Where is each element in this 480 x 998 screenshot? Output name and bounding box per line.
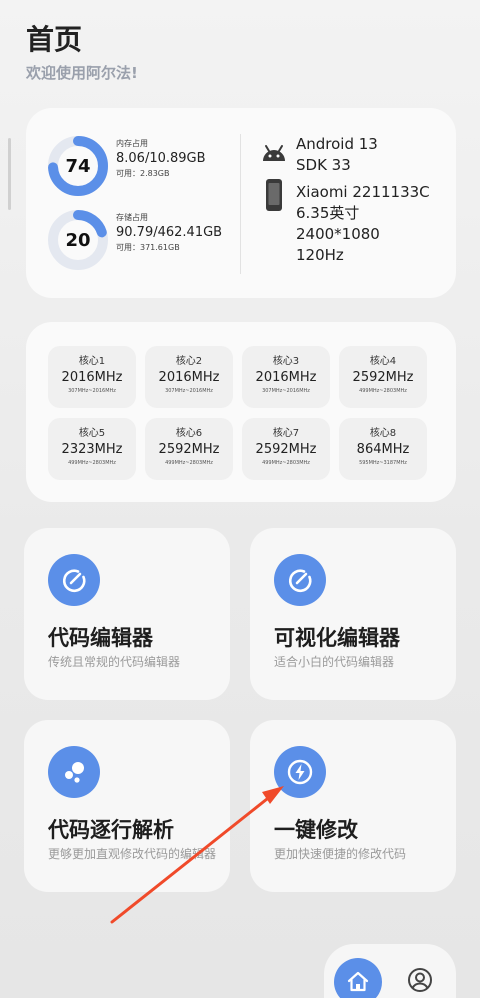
page-subtitle: 欢迎使用阿尔法! [26,64,138,82]
android-info: Android 13 SDK 33 [296,134,378,176]
tile-title: 可视化编辑器 [274,626,400,650]
core-range: 499MHz~2803MHz [262,460,310,466]
page-title: 首页 [26,23,83,56]
home-icon[interactable] [334,958,382,998]
core-freq: 2592MHz [352,370,414,385]
core-freq: 2323MHz [61,442,123,457]
core-freq: 864MHz [356,442,410,457]
sdk-version: SDK 33 [296,156,351,174]
tile-desc: 更够更加直观修改代码的编辑器 [48,847,217,861]
core-range: 499MHz~2803MHz [359,388,407,394]
storage-gauge: 20 [46,208,110,272]
core-range: 307MHz~2016MHz [165,388,213,394]
system-info-card: 74 内存占用 8.06/10.89GB 可用：2.83GB 20 存储占用 9… [26,108,456,298]
device-model: Xiaomi 2211133C [296,183,430,201]
lightning-icon [274,746,326,798]
header: 首页 欢迎使用阿尔法! [26,22,138,83]
tile-desc: 传统且常规的代码编辑器 [48,655,181,669]
core-name: 核心4 [369,356,397,367]
divider [240,134,241,274]
core-name: 核心8 [369,428,397,439]
core-freq: 2592MHz [158,442,220,457]
user-icon[interactable] [406,966,434,994]
edit-icon [274,554,326,606]
core-name: 核心1 [78,356,106,367]
refresh-rate: 120Hz [296,246,344,264]
memory-available: 可用：2.83GB [116,169,170,178]
visual-editor-tile[interactable]: 可视化编辑器 适合小白的代码编辑器 [250,528,456,700]
storage-usage: 90.79/462.41GB [116,225,223,240]
core-freq: 2016MHz [255,370,317,385]
edit-icon [48,554,100,606]
core-range: 307MHz~2016MHz [68,388,116,394]
core-name: 核心3 [272,356,300,367]
memory-label: 内存占用 [116,139,148,148]
tile-title: 代码编辑器 [48,626,153,650]
core-name: 核心6 [175,428,203,439]
core-item: 核心6 2592MHz 499MHz~2803MHz [145,418,233,480]
core-range: 499MHz~2803MHz [165,460,213,466]
memory-usage: 8.06/10.89GB [116,151,206,166]
core-item: 核心5 2323MHz 499MHz~2803MHz [48,418,136,480]
memory-stat: 内存占用 8.06/10.89GB 可用：2.83GB [116,138,206,179]
android-version: Android 13 [296,135,378,153]
code-editor-tile[interactable]: 代码编辑器 传统且常规的代码编辑器 [24,528,230,700]
bubbles-icon [48,746,100,798]
screen-resolution: 2400*1080 [296,225,380,243]
core-freq: 2016MHz [158,370,220,385]
core-item: 核心2 2016MHz 307MHz~2016MHz [145,346,233,408]
core-item: 核心3 2016MHz 307MHz~2016MHz [242,346,330,408]
cpu-cores-card: 核心1 2016MHz 307MHz~2016MHz 核心2 2016MHz 3… [26,322,456,502]
scroll-indicator [8,138,11,210]
core-range: 595MHz~3187MHz [359,460,407,466]
screen-size: 6.35英寸 [296,204,360,222]
storage-label: 存储占用 [116,213,148,222]
core-grid: 核心1 2016MHz 307MHz~2016MHz 核心2 2016MHz 3… [48,346,427,480]
phone-info: Xiaomi 2211133C 6.35英寸 2400*1080 120Hz [296,182,430,266]
tile-title: 一键修改 [274,818,358,842]
memory-percent: 74 [65,155,91,177]
one-click-edit-tile[interactable]: 一键修改 更加快速便捷的修改代码 [250,720,456,892]
core-name: 核心7 [272,428,300,439]
core-item: 核心7 2592MHz 499MHz~2803MHz [242,418,330,480]
tile-desc: 更加快速便捷的修改代码 [274,847,407,861]
core-name: 核心2 [175,356,203,367]
tile-desc: 适合小白的代码编辑器 [274,655,395,669]
tile-title: 代码逐行解析 [48,818,174,842]
core-item: 核心1 2016MHz 307MHz~2016MHz [48,346,136,408]
core-name: 核心5 [78,428,106,439]
core-range: 307MHz~2016MHz [262,388,310,394]
android-icon [260,142,288,166]
core-item: 核心8 864MHz 595MHz~3187MHz [339,418,427,480]
storage-percent: 20 [65,229,91,251]
core-freq: 2592MHz [255,442,317,457]
memory-gauge: 74 [46,134,110,198]
phone-icon [260,178,288,216]
core-range: 499MHz~2803MHz [68,460,116,466]
storage-stat: 存储占用 90.79/462.41GB 可用：371.61GB [116,212,222,253]
bottom-nav [324,944,456,998]
storage-available: 可用：371.61GB [116,243,180,252]
core-item: 核心4 2592MHz 499MHz~2803MHz [339,346,427,408]
line-parse-tile[interactable]: 代码逐行解析 更够更加直观修改代码的编辑器 [24,720,230,892]
core-freq: 2016MHz [61,370,123,385]
